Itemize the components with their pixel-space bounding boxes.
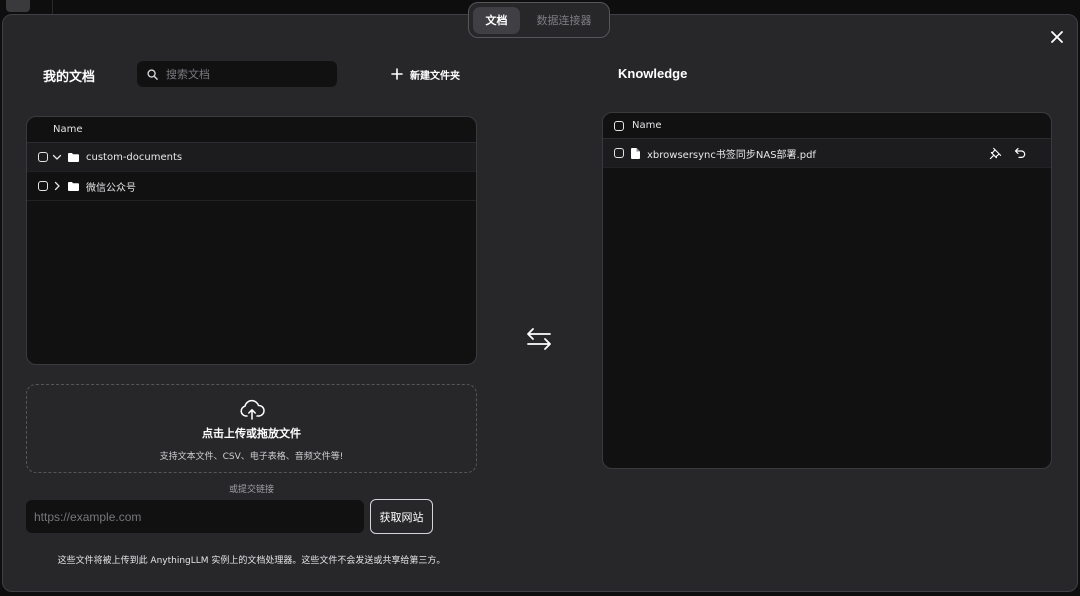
table-header: Name [603,113,1051,139]
folder-name: custom-documents [86,151,183,163]
search-icon [147,68,158,80]
undo-icon[interactable] [1014,147,1026,159]
new-folder-label: 新建文件夹 [410,70,460,82]
cloud-upload-icon [239,399,265,420]
chevron-down-icon[interactable] [52,152,62,162]
fetch-website-button[interactable]: 获取网站 [370,499,433,534]
upload-title: 点击上传或拖放文件 [202,427,301,440]
knowledge-file-row[interactable]: xbrowsersync书签同步NAS部署.pdf [603,139,1051,168]
folder-row-wechat[interactable]: 微信公众号 [27,172,476,201]
tab-switcher: 文档 数据连接器 [468,2,610,38]
search-input[interactable] [166,67,316,81]
folder-row-custom-documents[interactable]: custom-documents [27,143,476,172]
tab-documents[interactable]: 文档 [473,6,520,34]
privacy-note: 这些文件将被上传到此 AnythingLLM 实例上的文档处理器。这些文件不会发… [57,556,446,566]
knowledge-panel: Name xbrowsersync书签同步NAS部署.pdf [602,112,1052,469]
or-submit-link-label: 或提交链接 [228,485,274,495]
chevron-right-icon[interactable] [52,181,62,191]
my-documents-panel: Name custom-documents 微信公众号 [26,116,477,365]
plus-icon [391,68,403,80]
new-folder-button[interactable]: 新建文件夹 [390,64,460,84]
app-icon[interactable] [6,0,30,12]
transfer-icon[interactable] [524,324,554,354]
search-box[interactable] [137,61,337,87]
file-name: xbrowsersync书签同步NAS部署.pdf [647,149,816,161]
table-header: Name [27,117,476,143]
tab-data-connectors[interactable]: 数据连接器 [524,7,604,34]
close-button[interactable] [1046,26,1068,48]
folder-name: 微信公众号 [86,182,136,194]
name-column-header: Name [632,120,662,131]
row-checkbox[interactable] [614,148,624,158]
select-all-checkbox[interactable] [614,120,624,131]
close-icon [1051,31,1063,43]
divider [52,0,53,14]
folder-icon [68,152,79,162]
row-actions [989,147,1026,160]
url-input[interactable] [26,500,364,533]
upload-dropzone[interactable]: 点击上传或拖放文件 支持文本文件、CSV、电子表格、音频文件等! [26,384,477,473]
row-checkbox[interactable] [38,181,48,191]
upload-subtitle: 支持文本文件、CSV、电子表格、音频文件等! [159,452,344,462]
pin-icon[interactable] [989,147,1002,160]
folder-icon [68,181,79,191]
my-documents-title: 我的文档 [43,70,96,85]
name-column-header: Name [53,124,83,135]
file-icon [631,147,640,159]
knowledge-title: Knowledge [618,66,688,81]
row-checkbox[interactable] [38,152,48,162]
